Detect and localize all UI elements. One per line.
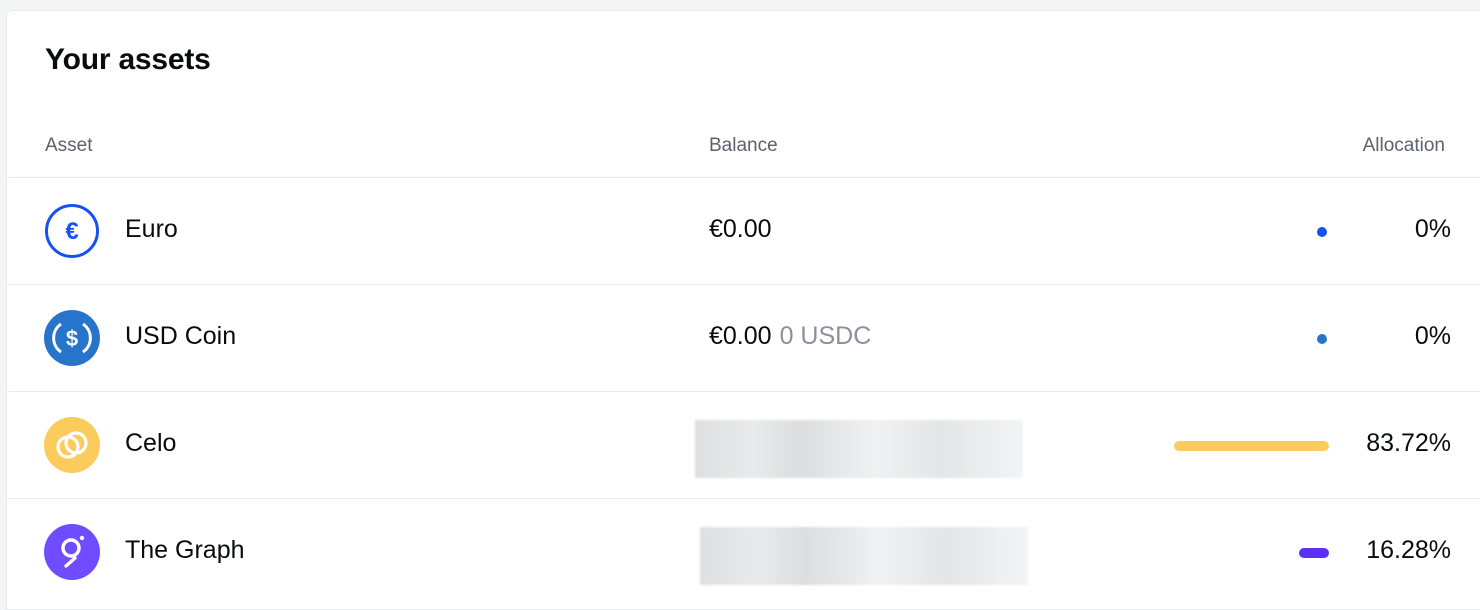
the-graph-icon [44, 524, 100, 580]
column-header-allocation[interactable]: Allocation [1363, 135, 1445, 157]
celo-icon [44, 417, 100, 473]
asset-row-the-graph[interactable]: The Graph 16.28% [7, 499, 1480, 605]
asset-name: USD Coin [125, 322, 237, 350]
allocation-percent: 0% [1414, 215, 1451, 243]
allocation-percent: 16.28% [1366, 536, 1451, 564]
allocation-percent: 83.72% [1366, 429, 1451, 457]
balance-fiat: €0.00 [709, 322, 772, 350]
euro-icon: € [44, 203, 100, 259]
allocation-bar [1174, 441, 1329, 451]
usdc-icon: $ [44, 310, 100, 366]
asset-balance: €0.00 0 USDC [709, 322, 871, 351]
allocation-percent: 0% [1414, 322, 1451, 350]
balance-crypto: 0 USDC [779, 322, 872, 350]
allocation-bar [1317, 334, 1327, 344]
balance-hidden-placeholder [695, 420, 1023, 478]
assets-panel: Your assets Asset Balance Allocation € E… [6, 10, 1480, 610]
svg-text:$: $ [66, 326, 78, 351]
svg-text:€: € [65, 218, 78, 245]
asset-row-euro[interactable]: € Euro €0.00 0% [7, 178, 1480, 285]
asset-balance: €0.00 [709, 215, 772, 244]
asset-name: The Graph [125, 536, 245, 564]
allocation-bar [1317, 227, 1327, 237]
asset-name: Celo [125, 429, 177, 457]
asset-name: Euro [125, 215, 178, 243]
column-header-balance[interactable]: Balance [709, 135, 778, 157]
column-header-asset[interactable]: Asset [45, 135, 93, 157]
panel-title: Your assets [45, 43, 211, 76]
allocation-bar [1299, 548, 1329, 558]
balance-hidden-placeholder [700, 527, 1028, 585]
balance-fiat: €0.00 [709, 215, 772, 243]
asset-row-celo[interactable]: Celo 83.72% [7, 392, 1480, 499]
asset-row-usd-coin[interactable]: $ USD Coin €0.00 0 USDC 0% [7, 285, 1480, 392]
